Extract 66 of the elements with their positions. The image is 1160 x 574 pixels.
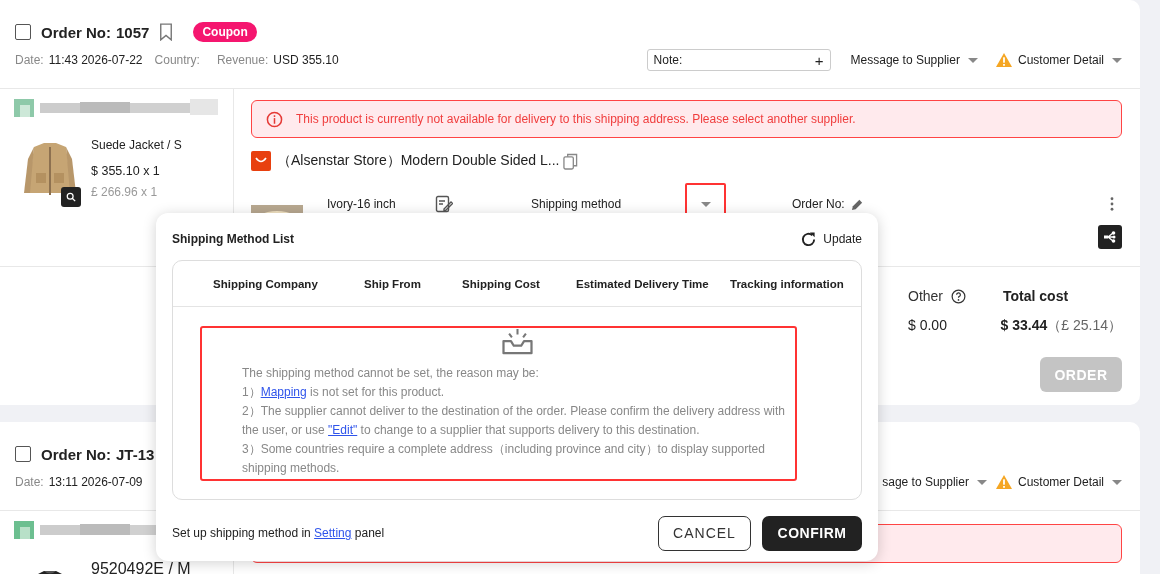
product-title: 9520492E / M bbox=[91, 563, 191, 574]
note-field[interactable]: Note: + bbox=[646, 49, 831, 71]
warning-icon bbox=[994, 474, 1013, 490]
order-number: JT-13 bbox=[116, 445, 155, 463]
shipping-method-label: Shipping method bbox=[531, 197, 623, 211]
help-icon[interactable] bbox=[951, 288, 966, 304]
date-label: Date: bbox=[15, 475, 44, 489]
reason-text: 3）Some countries require a complete address（including province and city）to display supported shipping methods. bbox=[242, 441, 766, 477]
empty-message: The shipping method cannot be set, the reason may be: bbox=[242, 365, 540, 382]
share-button[interactable] bbox=[1098, 225, 1122, 249]
customer-dropdown[interactable]: Customer Detail bbox=[1017, 53, 1122, 67]
date-value: 13:11 2026-07-09 bbox=[48, 475, 143, 489]
other-cost: $ 0.00 bbox=[908, 317, 948, 333]
total-local-cost: （£ 25.14） bbox=[1047, 317, 1122, 335]
order-label: Order No: bbox=[41, 445, 111, 463]
settings-hint: Set up shipping method in Setting panel bbox=[172, 526, 385, 540]
order-number: 1057 bbox=[116, 23, 150, 41]
error-message: This product is currently not available for delivery to this shipping address. Please select another supplier. bbox=[296, 112, 856, 126]
order-label: Order No: bbox=[41, 23, 111, 41]
local-price: £ 266.96 x 1 bbox=[91, 185, 159, 199]
bookmark-icon[interactable] bbox=[159, 23, 174, 41]
message-dropdown[interactable]: Message to Supplier bbox=[850, 53, 978, 67]
edit-icon[interactable] bbox=[435, 195, 453, 213]
supplier-product-link[interactable]: （Alsenstar Store）Modern Double Sided L... bbox=[277, 152, 560, 170]
update-button[interactable]: Update bbox=[800, 230, 862, 248]
store-logo bbox=[251, 151, 271, 171]
search-icon bbox=[66, 192, 76, 202]
confirm-button[interactable]: CONFIRM bbox=[762, 515, 862, 551]
refresh-icon bbox=[800, 230, 818, 248]
more-options-icon[interactable] bbox=[1110, 197, 1114, 211]
column-header: Estimated Delivery Time bbox=[576, 277, 710, 290]
product-price: $ 355.10 x 1 bbox=[91, 164, 161, 178]
checkbox[interactable] bbox=[15, 24, 31, 40]
product-title: Suede Jacket / S bbox=[91, 138, 182, 152]
column-header: Tracking information bbox=[730, 277, 844, 290]
date-label: Date: bbox=[15, 53, 44, 67]
date-value: 11:43 2026-07-22 bbox=[48, 53, 143, 67]
other-label: Other bbox=[908, 288, 943, 304]
link[interactable]: "Edit" bbox=[328, 423, 358, 437]
alert-icon bbox=[266, 110, 283, 128]
total-cost-label: Total cost bbox=[1003, 287, 1070, 305]
total-cost: $ 33.44 bbox=[1000, 317, 1048, 335]
checkbox[interactable] bbox=[15, 446, 31, 462]
variant-name: Ivory-16 inch bbox=[327, 197, 397, 211]
search-button[interactable] bbox=[61, 187, 81, 207]
copy-icon[interactable] bbox=[563, 152, 579, 170]
dialog-title: Shipping Method List bbox=[172, 232, 294, 246]
supplier-order-label: Order No: bbox=[792, 197, 845, 211]
message-dropdown[interactable]: sage to Supplier bbox=[882, 475, 987, 489]
reason-text: 1）Mapping is not set for this product. bbox=[242, 384, 446, 401]
country-label: Country: bbox=[154, 53, 200, 67]
column-header: Shipping Company bbox=[213, 277, 319, 290]
customer-dropdown[interactable]: Customer Detail bbox=[1017, 475, 1122, 489]
settings-link[interactable]: Setting bbox=[314, 526, 352, 540]
cancel-button[interactable]: CANCEL bbox=[658, 515, 751, 551]
reason-text: 2）The supplier cannot deliver to the destination of the order. Please confirm the delivery address with the user, or use "Edit" to change to a supplier that supports delivery to this destination. bbox=[242, 403, 786, 439]
column-header: Shipping Cost bbox=[462, 277, 541, 290]
link[interactable]: Mapping bbox=[260, 385, 307, 399]
column-header: Ship From bbox=[364, 277, 422, 290]
revenue-label: Revenue: bbox=[216, 53, 269, 67]
pencil-icon[interactable] bbox=[850, 197, 864, 211]
revenue-value: USD 355.10 bbox=[273, 53, 339, 67]
share-icon bbox=[1103, 230, 1117, 244]
coupon-badge: Coupon bbox=[193, 22, 257, 42]
warning-icon bbox=[994, 52, 1013, 68]
empty-inbox-icon bbox=[501, 328, 534, 356]
